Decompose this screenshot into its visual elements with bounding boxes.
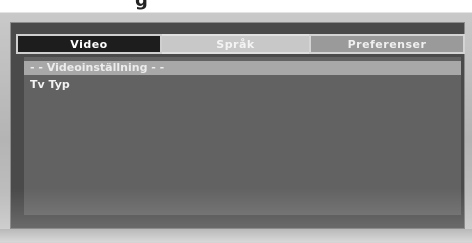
tab-sprak-label: Språk	[216, 37, 255, 51]
osd-tab-bar: Video Språk Preferenser	[16, 34, 465, 54]
tv-frame-bottom	[0, 229, 472, 242]
menu-item-tv-typ[interactable]: Tv Typ	[30, 78, 70, 92]
tab-video[interactable]: Video	[16, 34, 162, 54]
tab-sprak[interactable]: Språk	[162, 34, 309, 54]
tab-preferenser-label: Preferenser	[347, 37, 427, 51]
tab-preferenser[interactable]: Preferenser	[309, 34, 465, 54]
video-settings-panel: - - Videoinställning - - Tv Typ	[24, 57, 461, 215]
tab-video-label: Video	[70, 37, 108, 51]
document-heading-strip: g	[0, 0, 472, 12]
section-header-videoinstallning: - - Videoinställning - -	[24, 61, 461, 75]
document-heading-fragment: g	[135, 0, 148, 11]
